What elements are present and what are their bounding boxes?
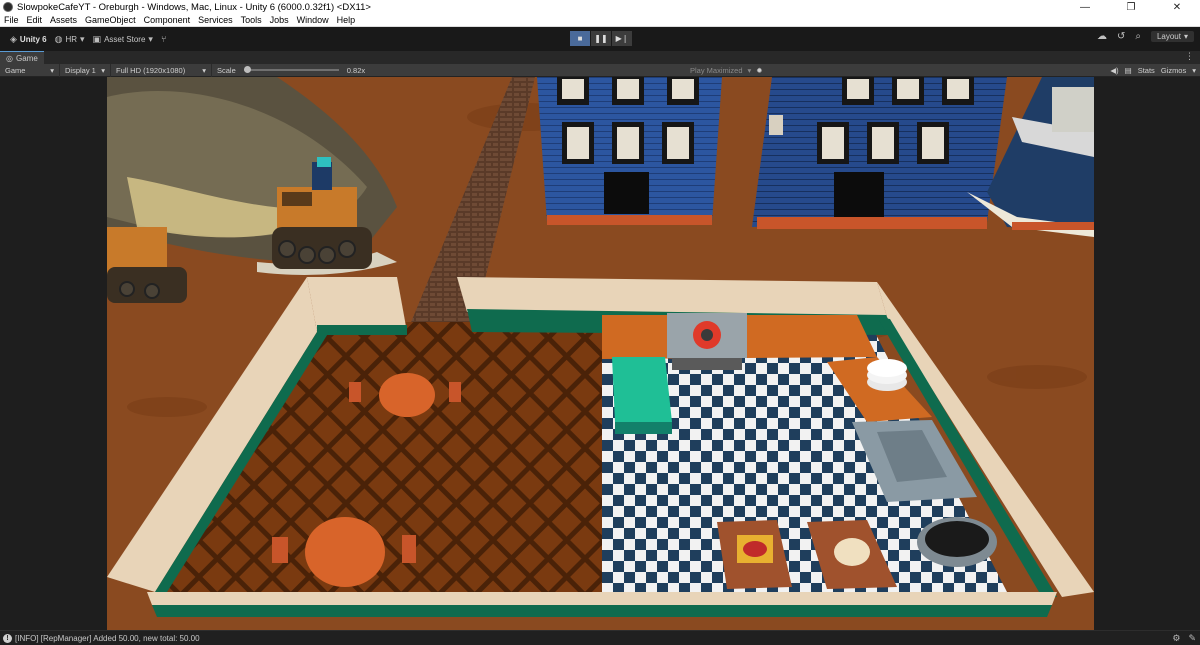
wall-back-left (307, 277, 407, 332)
game-viewport[interactable] (107, 77, 1094, 630)
display-label: Display 1 (65, 65, 96, 75)
stop-button[interactable]: ■ (570, 31, 590, 46)
resolution-dropdown[interactable]: Full HD (1920x1080) ▾ (111, 63, 212, 77)
asset-store-label: Asset Store (104, 34, 146, 44)
menu-jobs[interactable]: Jobs (266, 15, 293, 25)
account-label: HR (65, 34, 78, 44)
layout-dropdown[interactable]: Layout ▾ (1150, 31, 1194, 42)
unity-version-label: Unity 6 (19, 34, 47, 44)
cooking-pot (917, 517, 997, 567)
layout-toggle-icon[interactable]: ▤ (1125, 66, 1132, 75)
branch-icon: ⑂ (160, 34, 167, 44)
display-dropdown[interactable]: Display 1 ▾ (60, 63, 111, 77)
search-icon[interactable]: ⌕ (1135, 31, 1141, 42)
tab-game[interactable]: ◎ Game (0, 51, 44, 64)
menu-assets[interactable]: Assets (46, 15, 81, 25)
unity-logo-icon: ◈ (10, 33, 17, 44)
chevron-down-icon: ▾ (50, 65, 54, 75)
gamepad-icon: ◎ (6, 53, 13, 63)
chevron-down-icon: ▾ (101, 65, 105, 75)
shopping-bag-icon: ▣ (92, 33, 102, 44)
play-maximized-label: Play Maximized (690, 66, 743, 75)
account-dropdown[interactable]: ◍ HR ▾ (51, 31, 89, 47)
menu-help[interactable]: Help (333, 15, 360, 25)
main-toolbar: ◈ Unity 6 ◍ HR ▾ ▣ Asset Store ▾ ⑂ ■ ❚❚ … (0, 27, 1200, 51)
window-title: SlowpokeCafeYT - Oreburgh - Windows, Mac… (17, 1, 371, 13)
scale-label: Scale (217, 65, 236, 75)
bug-icon[interactable]: ✹ (756, 66, 762, 75)
console-status-bar[interactable]: ! [INFO] [RepManager] Added 50.00, new t… (0, 630, 1200, 645)
menu-edit[interactable]: Edit (23, 15, 47, 25)
building-middle (752, 77, 1007, 229)
scale-slider[interactable] (243, 66, 339, 73)
user-icon: ◍ (54, 33, 63, 44)
gizmos-button[interactable]: Gizmos (1161, 66, 1186, 75)
asset-store-button[interactable]: ▣ Asset Store ▾ (89, 31, 157, 47)
menu-window[interactable]: Window (293, 15, 333, 25)
mute-audio-icon[interactable]: ◀) (1110, 66, 1118, 75)
maximize-button[interactable]: ❐ (1108, 0, 1154, 14)
debug-icon[interactable]: ✎ (1188, 633, 1196, 644)
layout-label: Layout (1156, 32, 1181, 41)
kebab-menu-icon[interactable]: ⋮ (1185, 51, 1194, 62)
wall-front (147, 592, 1057, 605)
unity-account-button[interactable]: ◈ Unity 6 (6, 31, 51, 47)
menu-component[interactable]: Component (140, 15, 195, 25)
cloud-icon[interactable]: ☁ (1097, 31, 1107, 42)
pause-button[interactable]: ❚❚ (591, 31, 611, 46)
game-scene-render (107, 77, 1094, 630)
tab-game-label: Game (15, 53, 38, 63)
status-message: [INFO] [RepManager] Added 50.00, new tot… (15, 633, 200, 643)
mode-dropdown[interactable]: Game ▾ (0, 63, 60, 77)
play-controls: ■ ❚❚ ▶❘ (570, 31, 632, 46)
plate-stack (867, 359, 907, 391)
play-maximized-dropdown[interactable]: Play Maximized ▾ ✹ (690, 64, 763, 77)
menu-tools[interactable]: Tools (237, 15, 266, 25)
info-icon: ! (3, 633, 12, 643)
prep-table (612, 357, 672, 434)
chevron-down-icon: ▾ (148, 33, 153, 44)
scale-slider-knob[interactable] (243, 66, 251, 73)
step-icon: ▶❘ (615, 34, 629, 43)
building-left (537, 77, 722, 225)
version-control-button[interactable]: ⑂ (157, 31, 170, 47)
menu-bar: File Edit Assets GameObject Component Se… (0, 14, 1200, 27)
close-button[interactable]: ✕ (1154, 0, 1200, 14)
menu-file[interactable]: File (0, 15, 23, 25)
minimize-button[interactable]: — (1062, 0, 1108, 14)
chevron-down-icon: ▾ (202, 65, 206, 75)
unity-app-icon (3, 2, 13, 12)
stats-button[interactable]: Stats (1138, 66, 1155, 75)
scale-value: 0.82x (346, 65, 366, 75)
pause-icon: ❚❚ (594, 34, 608, 43)
mode-label: Game (5, 65, 26, 75)
game-view-controls: Game ▾ Display 1 ▾ Full HD (1920x1080) ▾… (0, 63, 1200, 77)
chevron-down-icon: ▾ (80, 33, 85, 44)
history-icon[interactable]: ↺ (1117, 31, 1125, 42)
chevron-down-icon: ▾ (747, 66, 752, 75)
chevron-down-icon: ▾ (1183, 32, 1188, 41)
step-button[interactable]: ▶❘ (612, 31, 632, 46)
scale-control[interactable]: Scale 0.82x (212, 64, 370, 77)
game-tab-bar: ◎ Game ⋮ (0, 51, 1200, 64)
window-title-bar: SlowpokeCafeYT - Oreburgh - Windows, Mac… (0, 0, 1200, 14)
stop-icon: ■ (577, 34, 583, 43)
menu-services[interactable]: Services (194, 15, 237, 25)
resolution-label: Full HD (1920x1080) (116, 65, 186, 75)
chevron-down-icon[interactable]: ▾ (1192, 66, 1196, 75)
menu-gameobject[interactable]: GameObject (81, 15, 140, 25)
network-icon[interactable]: ⚙ (1172, 633, 1180, 644)
